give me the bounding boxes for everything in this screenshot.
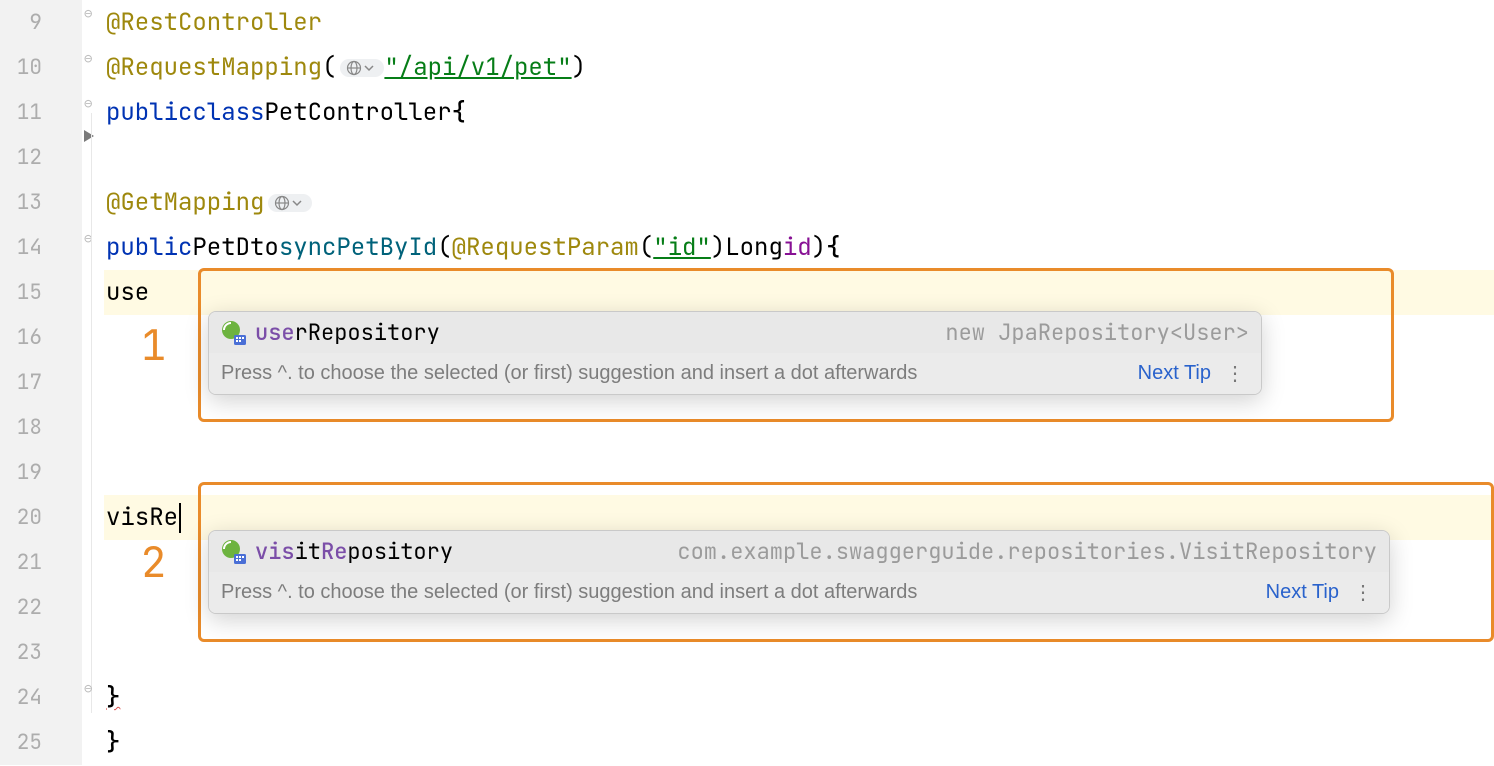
autocomplete-popup[interactable]: userRepository new JpaRepository<User> P… <box>208 311 1262 395</box>
code-line[interactable]: @RestController <box>104 0 1494 45</box>
line-number: 15 <box>0 270 82 315</box>
autocomplete-item[interactable]: visitRepository com.example.swaggerguide… <box>209 531 1389 572</box>
autocomplete-hint: Press ^. to choose the selected (or firs… <box>209 572 1389 613</box>
fold-toggle-icon[interactable]: ⊖ <box>84 95 100 111</box>
autocomplete-popup[interactable]: visitRepository com.example.swaggerguide… <box>208 530 1390 614</box>
line-number: 12 <box>0 135 82 180</box>
line-number: 10 <box>0 45 82 90</box>
line-number: 17 <box>0 360 82 405</box>
kebab-menu-icon[interactable]: ⋮ <box>1221 361 1249 386</box>
code-line[interactable]: @RequestMapping("/api/v1/pet") <box>104 45 1494 90</box>
line-number: 23 <box>0 630 82 675</box>
globe-icon <box>346 60 362 76</box>
code-editor[interactable]: 9 10 11 12 13 14 15 16 17 18 19 20 21 22… <box>0 0 1494 765</box>
chevron-down-icon <box>364 63 374 73</box>
url-navigate-pill[interactable] <box>340 59 384 77</box>
kebab-menu-icon[interactable]: ⋮ <box>1349 580 1377 605</box>
run-gutter-icon[interactable] <box>80 122 98 153</box>
callout-number: 1 <box>141 317 166 373</box>
code-line[interactable]: } <box>104 720 1494 765</box>
line-number: 20 <box>0 495 82 540</box>
line-number: 22 <box>0 585 82 630</box>
code-line[interactable]: @GetMapping <box>104 180 1494 225</box>
spring-bean-icon <box>221 539 247 565</box>
spring-bean-icon <box>221 320 247 346</box>
fold-column: ⊖ ⊖ ⊖ ⊖ ⊖ <box>82 0 104 765</box>
hint-text: Press ^. to choose the selected (or firs… <box>221 581 917 604</box>
fold-toggle-icon[interactable]: ⊖ <box>84 680 100 696</box>
autocomplete-item[interactable]: userRepository new JpaRepository<User> <box>209 312 1261 353</box>
line-number: 13 <box>0 180 82 225</box>
hint-text: Press ^. to choose the selected (or firs… <box>221 362 917 385</box>
chevron-down-icon <box>292 198 302 208</box>
next-tip-link[interactable]: Next Tip <box>1138 362 1211 385</box>
line-number: 9 <box>0 0 82 45</box>
suggestion-type: new JpaRepository<User> <box>945 318 1249 347</box>
code-area[interactable]: @RestController @RequestMapping("/api/v1… <box>104 0 1494 765</box>
typed-text: use <box>106 277 149 308</box>
annotation: @RestController <box>106 7 322 38</box>
fold-toggle-icon[interactable]: ⊖ <box>84 5 100 21</box>
suggestion-type: com.example.swaggerguide.repositories.Vi… <box>677 537 1377 566</box>
code-line[interactable]: public class PetController { <box>104 90 1494 135</box>
line-number: 19 <box>0 450 82 495</box>
line-number: 14 <box>0 225 82 270</box>
line-number: 18 <box>0 405 82 450</box>
code-line[interactable]: } <box>104 675 1494 720</box>
next-tip-link[interactable]: Next Tip <box>1266 581 1339 604</box>
string-literal: "/api/v1/pet" <box>384 52 571 83</box>
line-number: 24 <box>0 675 82 720</box>
gutter: 9 10 11 12 13 14 15 16 17 18 19 20 21 22… <box>0 0 82 765</box>
fold-toggle-icon[interactable]: ⊖ <box>84 230 100 246</box>
code-line[interactable] <box>104 135 1494 180</box>
code-line[interactable]: public PetDto syncPetById(@RequestParam(… <box>104 225 1494 270</box>
annotation: @RequestMapping <box>106 52 322 83</box>
line-number: 21 <box>0 540 82 585</box>
text-caret <box>179 503 181 533</box>
annotation: @GetMapping <box>106 187 264 218</box>
fold-toggle-icon[interactable]: ⊖ <box>84 50 100 66</box>
fold-guide <box>91 113 92 713</box>
line-number: 16 <box>0 315 82 360</box>
suggestion-text: userRepository <box>255 318 937 347</box>
callout-number: 2 <box>141 534 166 590</box>
typed-text: visRe <box>106 502 178 533</box>
line-number: 11 <box>0 90 82 135</box>
line-number: 25 <box>0 720 82 765</box>
autocomplete-hint: Press ^. to choose the selected (or firs… <box>209 353 1261 394</box>
suggestion-text: visitRepository <box>255 537 669 566</box>
url-navigate-pill[interactable] <box>268 194 312 212</box>
globe-icon <box>274 195 290 211</box>
